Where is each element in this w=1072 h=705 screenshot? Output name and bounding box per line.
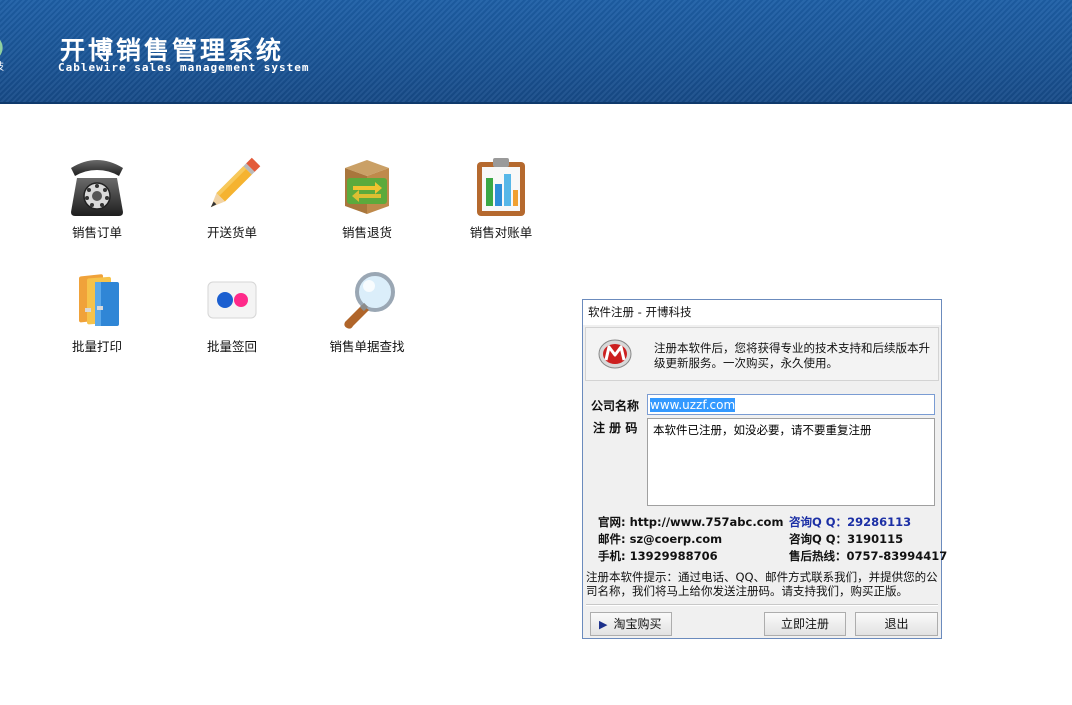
hotline-value: 0757-83994417 — [846, 549, 948, 563]
module-label: 销售退货 — [341, 225, 392, 240]
module-label: 销售对账单 — [469, 225, 533, 240]
pencil-icon — [210, 157, 261, 208]
m-logo-icon — [598, 339, 632, 369]
dialog-info-text: 注册本软件后，您将获得专业的技术支持和后续版本升级更新服务。一次购买，永久使用。 — [654, 341, 930, 370]
module-sales-order[interactable]: 销售订单 — [42, 154, 152, 244]
qq2-value: 3190115 — [847, 532, 904, 546]
play-arrow-icon: ▶ — [599, 618, 608, 631]
magnifier-icon — [344, 272, 395, 329]
folders-icon — [79, 274, 119, 326]
regcode-label: 注 册 码 — [593, 421, 638, 435]
website-value: http://www.757abc.com — [629, 515, 784, 529]
company-name-label: 公司名称 — [591, 399, 640, 413]
taobao-buy-button[interactable]: ▶ 淘宝购买 — [590, 612, 672, 636]
qq2-line: 咨询Q Q：3190115 — [789, 531, 903, 547]
qq2-label: 咨询Q Q： — [789, 532, 848, 546]
qq1-line: 咨询Q Q：29286113 — [789, 514, 911, 530]
clipboard-chart-icon — [477, 158, 525, 216]
exit-button[interactable]: 退出 — [855, 612, 938, 636]
module-document-search[interactable]: 销售单据查找 — [312, 268, 422, 358]
email-value: sz@coerp.com — [629, 532, 723, 546]
app-subtitle: Cablewire sales management system — [58, 61, 310, 74]
mobile-line: 手机: 13929988706 — [598, 548, 718, 564]
registration-dialog: 软件注册 - 开博科技 注册本软件后，您将获得专业的技术支持和后续版本升级更新服… — [582, 299, 947, 639]
module-label: 开送货单 — [206, 225, 257, 240]
hotline-line: 售后热线：0757-83994417 — [789, 548, 947, 564]
company-name-input[interactable] — [647, 394, 935, 415]
module-batch-signback[interactable]: 批量签回 — [177, 268, 287, 358]
module-label: 销售单据查找 — [329, 339, 405, 354]
module-statement[interactable]: 销售对账单 — [446, 154, 556, 244]
module-batch-print[interactable]: 批量打印 — [42, 268, 152, 358]
return-box-icon — [345, 160, 389, 214]
dialog-title: 软件注册 - 开博科技 — [583, 300, 941, 325]
email-line: 邮件: sz@coerp.com — [598, 531, 722, 547]
module-delivery-note[interactable]: 开送货单 — [177, 154, 287, 244]
qq1-label: 咨询Q Q： — [789, 515, 848, 529]
regcode-textarea[interactable]: 本软件已注册，如没必要，请不要重复注册 — [647, 418, 935, 506]
logo-glyph: 技 — [0, 60, 4, 73]
website-label: 官网: — [598, 515, 626, 529]
header-banner: 技 开博销售管理系统 Cablewire sales management sy… — [0, 0, 1072, 104]
module-label: 销售订单 — [71, 225, 122, 240]
mobile-value: 13929988706 — [629, 549, 718, 563]
dialog-separator — [586, 604, 938, 606]
qq1-value: 29286113 — [847, 515, 912, 529]
email-label: 邮件: — [598, 532, 626, 546]
module-label: 批量签回 — [206, 339, 257, 354]
company-logo-icon: 技 — [0, 39, 4, 73]
dialog-info-panel: 注册本软件后，您将获得专业的技术支持和后续版本升级更新服务。一次购买，永久使用。 — [585, 327, 939, 381]
taobao-buy-label: 淘宝购买 — [613, 617, 662, 631]
registration-hint: 注册本软件提示：通过电话、QQ、邮件方式联系我们，并提供您的公司名称，我们将马上… — [586, 570, 938, 598]
hotline-label: 售后热线： — [789, 549, 847, 563]
flickr-dots-icon — [207, 281, 257, 319]
website-line: 官网: http://www.757abc.com — [598, 514, 783, 530]
telephone-icon — [71, 160, 123, 216]
module-label: 批量打印 — [71, 339, 122, 354]
module-sales-return[interactable]: 销售退货 — [312, 154, 422, 244]
mobile-label: 手机: — [598, 549, 626, 563]
register-now-button[interactable]: 立即注册 — [764, 612, 846, 636]
